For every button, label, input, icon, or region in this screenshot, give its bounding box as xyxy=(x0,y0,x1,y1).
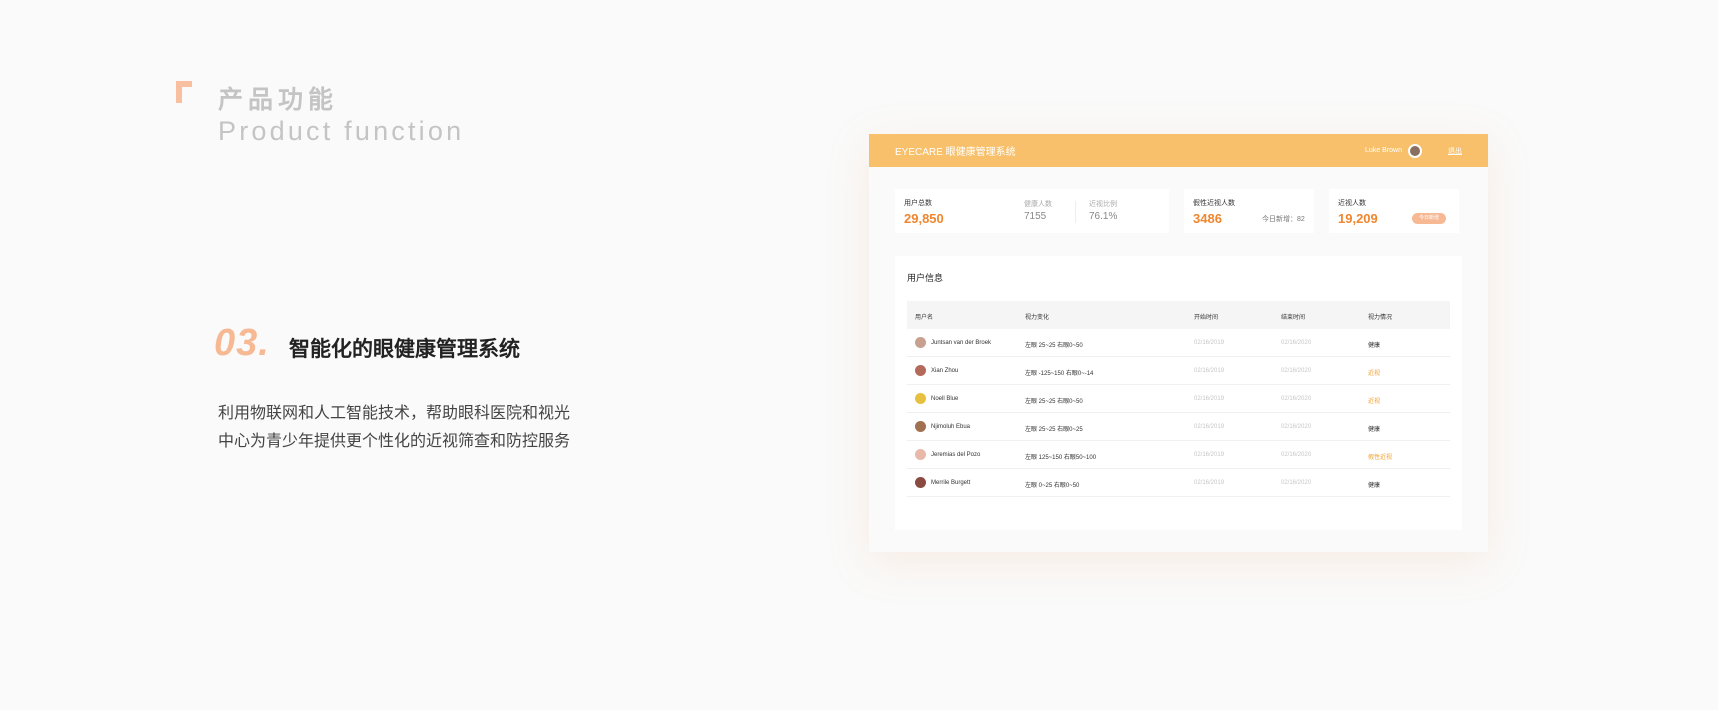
feature-number: 03. xyxy=(214,322,270,364)
cell-status: 健康 xyxy=(1368,343,1381,349)
cell-status: 假性近视 xyxy=(1368,455,1393,461)
table-row[interactable]: Noell Blue 左眼 25~25 右眼0~50 02/16/2019 02/16… xyxy=(907,385,1450,413)
logout-link[interactable]: 退出 xyxy=(1448,146,1462,156)
cell-name: Juntsan van der Broek xyxy=(931,340,992,346)
table-row[interactable]: Njimoluh Ebua 左眼 25~25 右眼0~25 02/16/2019 02… xyxy=(907,413,1450,441)
stat-card-myopia: 近视人数 19,209 今日新增 xyxy=(1329,189,1459,233)
healthy-label: 健康人数 xyxy=(1024,201,1052,208)
avatar xyxy=(915,337,926,348)
cell-vision: 左眼 25~25 右眼0~25 xyxy=(1025,427,1083,433)
avatar xyxy=(915,477,926,488)
section-title-en: Product function xyxy=(218,116,465,146)
cell-start: 02/16/2019 xyxy=(1194,424,1225,430)
avatar xyxy=(915,449,926,460)
cell-name: Merrile Burgett xyxy=(931,480,971,486)
stats-row: 用户总数 29,850 健康人数 7155 近视比例 76.1% 假性近视人数 … xyxy=(895,189,1462,233)
cell-name: Njimoluh Ebua xyxy=(931,424,971,430)
avatar xyxy=(915,393,926,404)
bracket-decoration xyxy=(176,81,192,103)
table-row[interactable]: Juntsan van der Broek 左眼 25~25 右眼0~50 02/1… xyxy=(907,329,1450,357)
cell-start: 02/16/2019 xyxy=(1194,368,1225,374)
myopia-ratio-value: 76.1% xyxy=(1089,211,1118,222)
total-users-label: 用户总数 xyxy=(904,200,932,207)
col-header-username: 用户名 xyxy=(915,315,934,321)
avatar xyxy=(915,365,926,376)
healthy-value: 7155 xyxy=(1024,211,1047,222)
cell-vision: 左眼 125~150 右眼50~100 xyxy=(1025,455,1097,461)
stat-divider xyxy=(1075,201,1076,223)
app-screenshot: EYECARE 眼健康管理系统 Luke Brown 退出 用户总数 29,85… xyxy=(869,134,1488,552)
stat-card-pseudo: 假性近视人数 3486 今日新增：82 xyxy=(1184,189,1314,233)
cell-start: 02/16/2019 xyxy=(1194,396,1225,402)
myopia-ratio-label: 近视比例 xyxy=(1089,201,1117,208)
cell-end: 02/16/2020 xyxy=(1281,452,1312,458)
col-header-vision-change: 视力变化 xyxy=(1025,315,1050,321)
cell-end: 02/16/2020 xyxy=(1281,340,1312,346)
user-avatar[interactable] xyxy=(1408,143,1422,158)
cell-start: 02/16/2019 xyxy=(1194,452,1225,458)
cell-start: 02/16/2019 xyxy=(1194,480,1225,486)
cell-vision: 左眼 -125~150 右眼0~-14 xyxy=(1025,371,1094,377)
table-row[interactable]: Xian Zhou 左眼 -125~150 右眼0~-14 02/16/2019 02… xyxy=(907,357,1450,385)
cell-status: 健康 xyxy=(1368,483,1381,489)
pseudo-myopia-label: 假性近视人数 xyxy=(1193,200,1235,207)
slide: 产品功能 Product function 03. 智能化的眼健康管理系统 利用… xyxy=(0,0,1718,710)
cell-end: 02/16/2020 xyxy=(1281,368,1312,374)
cell-name: Jeremias del Pozo xyxy=(931,452,981,458)
table-header: 用户名 视力变化 开始时间 结束时间 视力情况 xyxy=(907,301,1450,329)
app-topbar: EYECARE 眼健康管理系统 Luke Brown 退出 xyxy=(869,134,1488,167)
cell-end: 02/16/2020 xyxy=(1281,396,1312,402)
user-info-panel: 用户信息 用户名 视力变化 开始时间 结束时间 视力情况 Juntsan van… xyxy=(895,256,1462,530)
myopia-count-label: 近视人数 xyxy=(1338,200,1366,207)
col-header-start: 开始时间 xyxy=(1194,315,1219,321)
cell-start: 02/16/2019 xyxy=(1194,340,1225,346)
feature-title: 智能化的眼健康管理系统 xyxy=(289,338,520,361)
app-brand: EYECARE 眼健康管理系统 xyxy=(895,147,1016,158)
section-title-cn: 产品功能 xyxy=(218,86,339,114)
cell-status: 健康 xyxy=(1368,427,1381,433)
cell-end: 02/16/2020 xyxy=(1281,480,1312,486)
avatar xyxy=(915,421,926,432)
user-name[interactable]: Luke Brown xyxy=(1365,147,1402,154)
cell-vision: 左眼 0~25 右眼0~50 xyxy=(1025,483,1080,489)
myopia-badge[interactable]: 今日新增 xyxy=(1412,213,1446,224)
pseudo-myopia-note: 今日新增：82 xyxy=(1262,216,1305,223)
feature-desc-line-1: 利用物联网和人工智能技术，帮助眼科医院和视光 xyxy=(218,405,571,422)
cell-name: Xian Zhou xyxy=(931,368,959,374)
table-row[interactable]: Jeremias del Pozo 左眼 125~150 右眼50~100 02/1… xyxy=(907,441,1450,469)
col-header-end: 结束时间 xyxy=(1281,315,1306,321)
feature-description: 利用物联网和人工智能技术，帮助眼科医院和视光 中心为青少年提供更个性化的近视筛查… xyxy=(218,400,598,456)
cell-end: 02/16/2020 xyxy=(1281,424,1312,430)
cell-status: 近视 xyxy=(1368,371,1381,377)
cell-name: Noell Blue xyxy=(931,396,959,402)
feature-desc-line-2: 中心为青少年提供更个性化的近视筛查和防控服务 xyxy=(218,433,571,450)
myopia-count-value: 19,209 xyxy=(1338,211,1378,226)
stat-card-total: 用户总数 29,850 健康人数 7155 近视比例 76.1% xyxy=(895,189,1169,233)
cell-vision: 左眼 25~25 右眼0~50 xyxy=(1025,399,1083,405)
cell-vision: 左眼 25~25 右眼0~50 xyxy=(1025,343,1083,349)
col-header-status: 视力情况 xyxy=(1368,315,1393,321)
cell-status: 近视 xyxy=(1368,399,1381,405)
total-users-value: 29,850 xyxy=(904,211,944,226)
pseudo-myopia-value: 3486 xyxy=(1193,211,1222,226)
table-row[interactable]: Merrile Burgett 左眼 0~25 右眼0~50 02/16/2019 0… xyxy=(907,469,1450,497)
user-info-title: 用户信息 xyxy=(907,273,944,283)
